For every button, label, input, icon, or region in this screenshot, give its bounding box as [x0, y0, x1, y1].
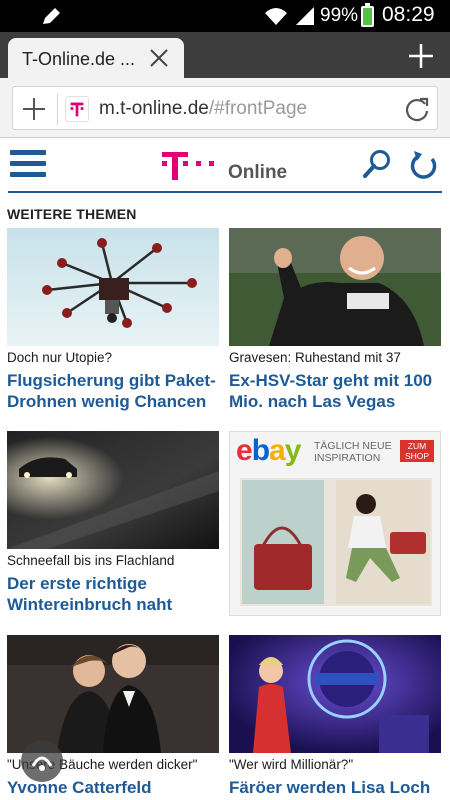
article-headline[interactable]: Flugsicherung gibt Paket-Drohnen wenig C…	[7, 370, 222, 412]
article-image-quiz-show	[229, 635, 441, 753]
url-host: m.t-online.de	[99, 98, 209, 119]
address-bar-container: m.t-online.de/#frontPage	[0, 78, 450, 138]
url-path: /#frontPage	[208, 98, 308, 119]
article-kicker: Doch nur Utopie?	[7, 350, 113, 365]
ad-tagline: TÄGLICH NEUE INSPIRATION	[314, 440, 392, 464]
address-bar[interactable]: m.t-online.de/#frontPage	[12, 86, 438, 130]
telekom-t-icon	[162, 152, 214, 180]
new-tab-icon[interactable]	[406, 41, 436, 71]
battery-icon	[361, 3, 374, 27]
article-headline[interactable]: Färöer werden Lisa Loch	[229, 777, 444, 798]
article-kicker: "Wer wird Millionär?"	[229, 757, 354, 772]
browser-tab[interactable]: T-Online.de ...	[8, 38, 184, 78]
article-image-snow-car	[7, 431, 219, 549]
article-image-player	[229, 228, 441, 346]
article-kicker: Schneefall bis ins Flachland	[7, 553, 175, 568]
article-image-drone	[7, 228, 219, 346]
clock: 08:29	[382, 3, 435, 26]
quick-controls-icon	[31, 756, 53, 771]
ebay-ad[interactable]: ebay TÄGLICH NEUE INSPIRATION ZUM SHOP	[229, 431, 441, 616]
article-kicker: Gravesen: Ruhestand mit 37	[229, 350, 401, 365]
refresh-icon[interactable]	[410, 148, 440, 180]
ebay-logo: ebay	[236, 434, 301, 468]
logo-text: Online	[228, 162, 288, 183]
site-favicon-icon	[65, 96, 89, 122]
add-bookmark-icon[interactable]	[21, 96, 47, 122]
signal-strength-icon	[296, 7, 314, 25]
url-text[interactable]: m.t-online.de/#frontPage	[99, 98, 307, 120]
browser-tab-bar: T-Online.de ...	[0, 32, 450, 78]
article-headline[interactable]: Ex-HSV-Star geht mit 100 Mio. nach Las V…	[229, 370, 444, 412]
site-header: Online	[0, 138, 450, 196]
floating-action-button[interactable]	[21, 740, 63, 782]
search-icon[interactable]	[362, 148, 392, 180]
ad-shop-button[interactable]: ZUM SHOP	[400, 440, 434, 462]
reload-icon[interactable]	[403, 95, 431, 123]
close-icon[interactable]	[148, 47, 170, 69]
ad-photo	[240, 478, 432, 606]
t-online-logo[interactable]: Online	[160, 148, 290, 184]
section-title: WEITERE THEMEN	[7, 206, 137, 222]
tab-title: T-Online.de ...	[22, 49, 136, 69]
ebay-brand-text: ebay	[236, 434, 301, 467]
address-separator	[57, 93, 58, 125]
battery-percentage: 99%	[320, 5, 359, 26]
article-image-couple	[7, 635, 219, 753]
status-bar: 99% 08:29	[0, 0, 450, 32]
article-headline[interactable]: Der erste richtige Wintereinbruch naht	[7, 573, 222, 615]
header-divider	[8, 191, 442, 193]
hamburger-menu-icon[interactable]	[10, 150, 46, 180]
edit-pencil-icon	[43, 8, 60, 24]
wifi-icon	[265, 8, 287, 25]
